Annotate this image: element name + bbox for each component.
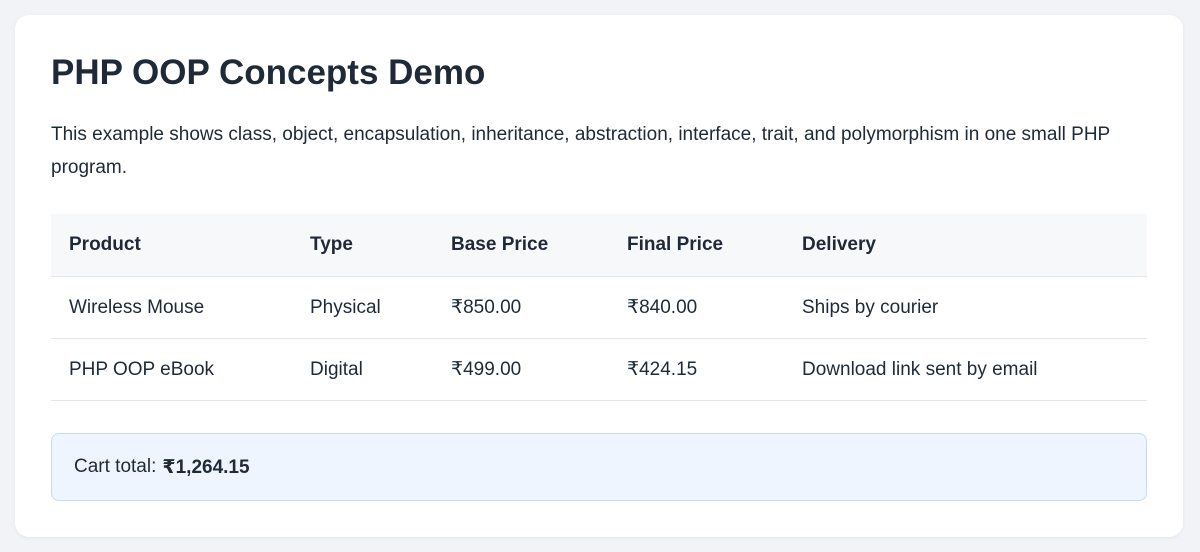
cart-total-value: ₹1,264.15 <box>162 456 250 478</box>
header-type: Type <box>292 214 433 277</box>
cell-base-price: ₹499.00 <box>433 338 609 401</box>
cell-delivery: Download link sent by email <box>784 338 1147 401</box>
table-row: Wireless Mouse Physical ₹850.00 ₹840.00 … <box>51 276 1147 339</box>
header-base-price: Base Price <box>433 214 609 277</box>
page-title: PHP OOP Concepts Demo <box>51 53 486 92</box>
cell-delivery: Ships by courier <box>784 276 1147 339</box>
cart-total-label: Cart total: <box>74 456 157 477</box>
cell-type: Physical <box>292 276 433 339</box>
cell-type: Digital <box>292 338 433 401</box>
table-row: PHP OOP eBook Digital ₹499.00 ₹424.15 Do… <box>51 338 1147 401</box>
cell-final-price: ₹840.00 <box>609 276 784 339</box>
products-table: Product Type Base Price Final Price Deli… <box>51 214 1147 401</box>
cell-base-price: ₹850.00 <box>433 276 609 339</box>
table-header-row: Product Type Base Price Final Price Deli… <box>51 214 1147 277</box>
cell-product: PHP OOP eBook <box>51 338 292 401</box>
cell-product: Wireless Mouse <box>51 276 292 339</box>
main-card: PHP OOP Concepts Demo This example shows… <box>15 15 1183 537</box>
header-delivery: Delivery <box>784 214 1147 277</box>
header-product: Product <box>51 214 292 277</box>
header-final-price: Final Price <box>609 214 784 277</box>
intro-text: This example shows class, object, encaps… <box>51 124 1110 178</box>
cart-total-box: Cart total: ₹1,264.15 <box>51 433 1147 501</box>
cell-final-price: ₹424.15 <box>609 338 784 401</box>
